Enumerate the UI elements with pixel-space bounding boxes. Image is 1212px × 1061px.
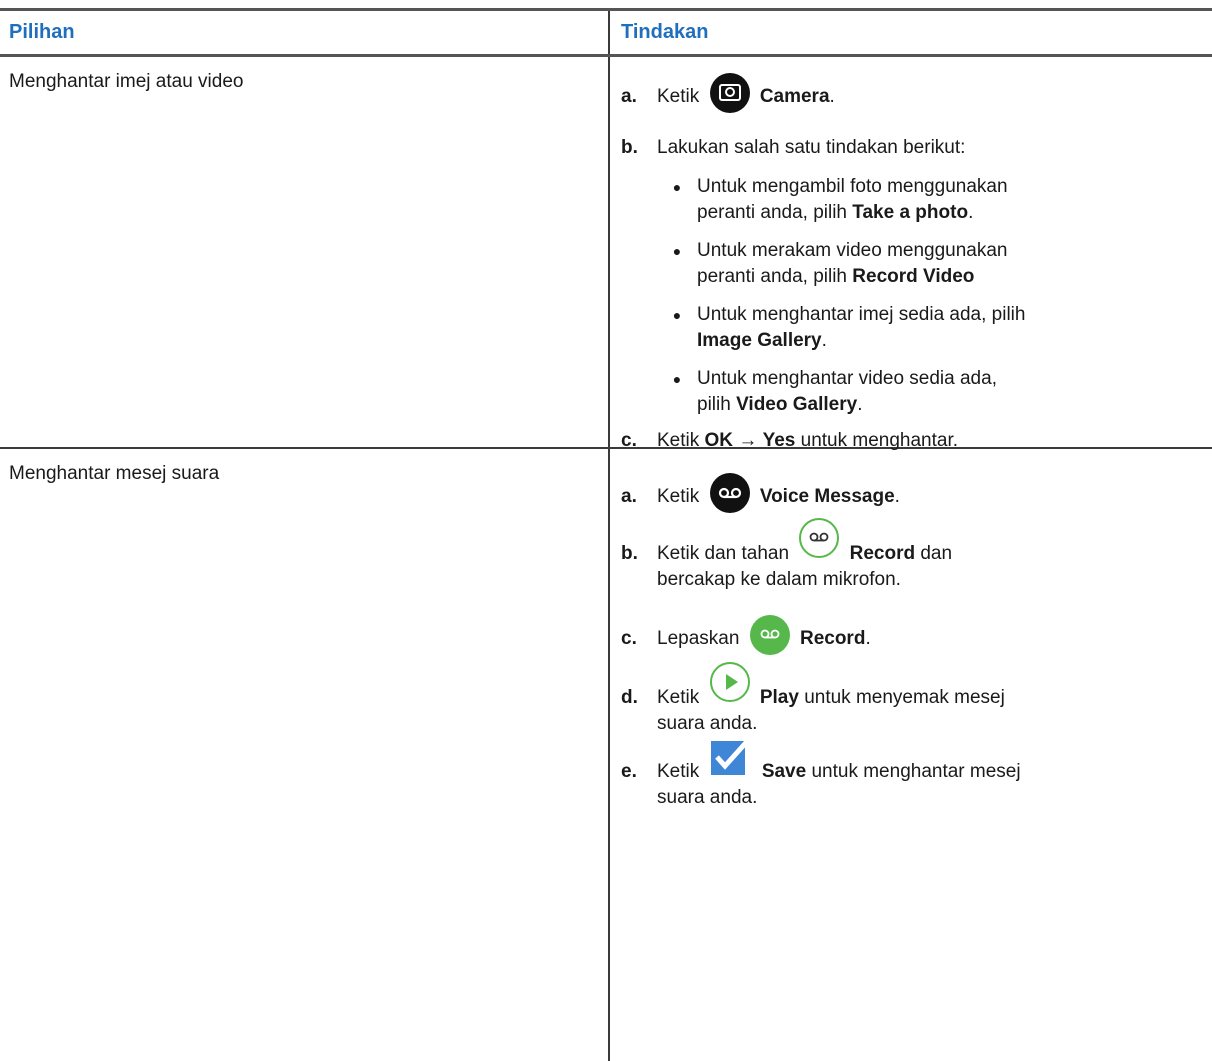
step-letter: a. <box>621 486 637 507</box>
bullet-icon: ● <box>672 243 682 259</box>
header-action: Tindakan <box>621 21 709 43</box>
bullet-icon: ● <box>672 307 682 323</box>
step: a. Ketik Voice Message. <box>621 471 1212 523</box>
list-item: ● Untuk menghantar video sedia ada, pilih… <box>657 366 1212 418</box>
camera-icon <box>709 72 751 122</box>
option-cell: Menghantar imej atau video <box>0 57 610 447</box>
step-letter: d. <box>621 687 638 709</box>
table-row: Menghantar mesej suara a. Ketik Voice Me… <box>0 449 1212 1061</box>
list-item: ● Untuk merakam video menggunakan peranti… <box>657 238 1212 290</box>
table-header: Pilihan Tindakan <box>0 8 1212 57</box>
play-icon <box>709 661 751 711</box>
header-option: Pilihan <box>0 11 610 54</box>
step: b. Lakukan salah satu tindakan berikut: <box>621 135 1212 161</box>
step-letter: b. <box>621 137 638 158</box>
table-row: Menghantar imej atau video a. Ketik Came… <box>0 57 1212 451</box>
step-letter: b. <box>621 543 638 564</box>
step-letter: a. <box>621 86 637 107</box>
step-letter: c. <box>621 628 637 650</box>
step: b. Ketik dan tahan Record dan bercakap k… <box>621 518 1212 593</box>
step: a. Ketik Camera. <box>621 71 1212 123</box>
option-cell: Menghantar mesej suara <box>0 449 610 1061</box>
options-table: Pilihan Tindakan Menghantar imej atau vi… <box>0 8 1212 1061</box>
list-item: ● Untuk menghantar imej sedia ada, pilih… <box>657 302 1212 354</box>
step-letter: e. <box>621 761 637 783</box>
record-filled-icon <box>749 614 791 664</box>
checkmark-icon <box>709 733 753 785</box>
record-outline-icon <box>798 517 840 567</box>
bullet-icon: ● <box>672 371 682 387</box>
list-item: ● Untuk mengambil foto menggunakan perant… <box>657 174 1212 226</box>
step: e. Ketik Save untuk menghantar mesej sua… <box>621 735 1212 811</box>
bullet-icon: ● <box>672 179 682 195</box>
step: d. Ketik Play untuk menyemak mesej suara… <box>621 662 1212 737</box>
action-cell: a. Ketik Camera. b. Lakukan salah satu t… <box>610 57 1212 451</box>
action-cell: a. Ketik Voice Message. b. Ketik dan tah… <box>610 449 1212 1061</box>
step: c. Lepaskan Record. <box>621 613 1212 665</box>
voicemail-icon <box>709 472 751 522</box>
